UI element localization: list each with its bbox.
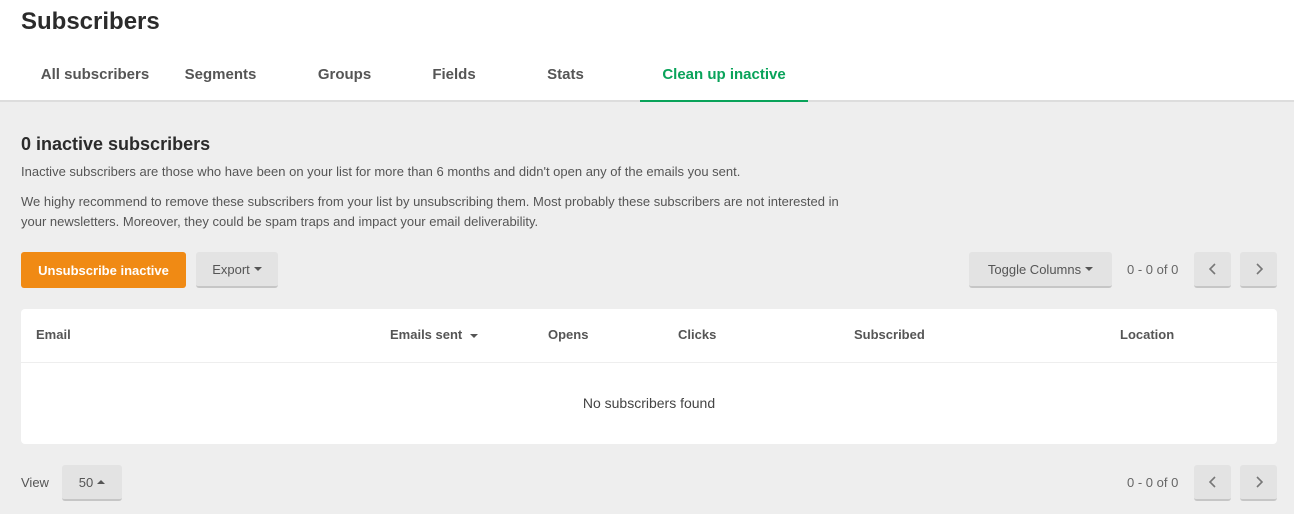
tab-segments[interactable]: Segments [169,56,272,100]
subscribers-table: Email Emails sent Opens Clicks Subscribe… [21,309,1277,444]
view-label: View [21,475,49,490]
empty-state-text: No subscribers found [582,395,716,411]
unsubscribe-inactive-label: Unsubscribe inactive [38,262,169,278]
description-inactive-definition: Inactive subscribers are those who have … [21,164,741,179]
chevron-right-icon [1255,476,1263,488]
export-label: Export [212,261,250,277]
table-header: Email Emails sent Opens Clicks Subscribe… [21,309,1277,363]
column-location[interactable]: Location [1120,327,1174,342]
page-size-value: 50 [78,474,94,490]
chevron-right-icon [1255,263,1263,275]
tab-fields[interactable]: Fields [417,56,491,100]
page-header: Subscribers All subscribers Segments Gro… [0,0,1294,102]
tab-all-subscribers[interactable]: All subscribers [21,56,169,100]
next-page-button-bottom[interactable] [1240,465,1277,501]
unsubscribe-inactive-button[interactable]: Unsubscribe inactive [21,252,186,288]
prev-page-button-bottom[interactable] [1194,465,1231,501]
tab-bar: All subscribers Segments Groups Fields S… [21,56,808,102]
tab-clean-up-inactive[interactable]: Clean up inactive [640,56,808,102]
page-title: Subscribers [21,8,160,35]
prev-page-button-top[interactable] [1194,252,1231,288]
pagination-range-bottom: 0 - 0 of 0 [1127,475,1179,490]
column-emails-sent-label: Emails sent [390,327,463,342]
sort-caret-icon [469,333,478,338]
column-email[interactable]: Email [36,327,71,342]
description-recommendation: We highy recommend to remove these subsc… [21,194,839,229]
page-size-select[interactable]: 50 [62,465,122,501]
column-emails-sent[interactable]: Emails sent [390,327,478,342]
column-clicks[interactable]: Clicks [678,327,716,342]
toggle-columns-button[interactable]: Toggle Columns [969,252,1112,288]
chevron-left-icon [1208,476,1216,488]
export-button[interactable]: Export [196,252,278,288]
pagination-range-top: 0 - 0 of 0 [1127,262,1179,277]
next-page-button-top[interactable] [1240,252,1277,288]
column-subscribed[interactable]: Subscribed [854,327,925,342]
caret-up-icon [97,480,106,484]
caret-down-icon [1085,267,1094,271]
column-opens[interactable]: Opens [548,327,588,342]
chevron-left-icon [1208,263,1216,275]
section-heading: 0 inactive subscribers [21,134,211,154]
toggle-columns-label: Toggle Columns [987,261,1082,277]
caret-down-icon [253,267,262,271]
tab-stats[interactable]: Stats [491,56,640,100]
tab-groups[interactable]: Groups [272,56,417,100]
